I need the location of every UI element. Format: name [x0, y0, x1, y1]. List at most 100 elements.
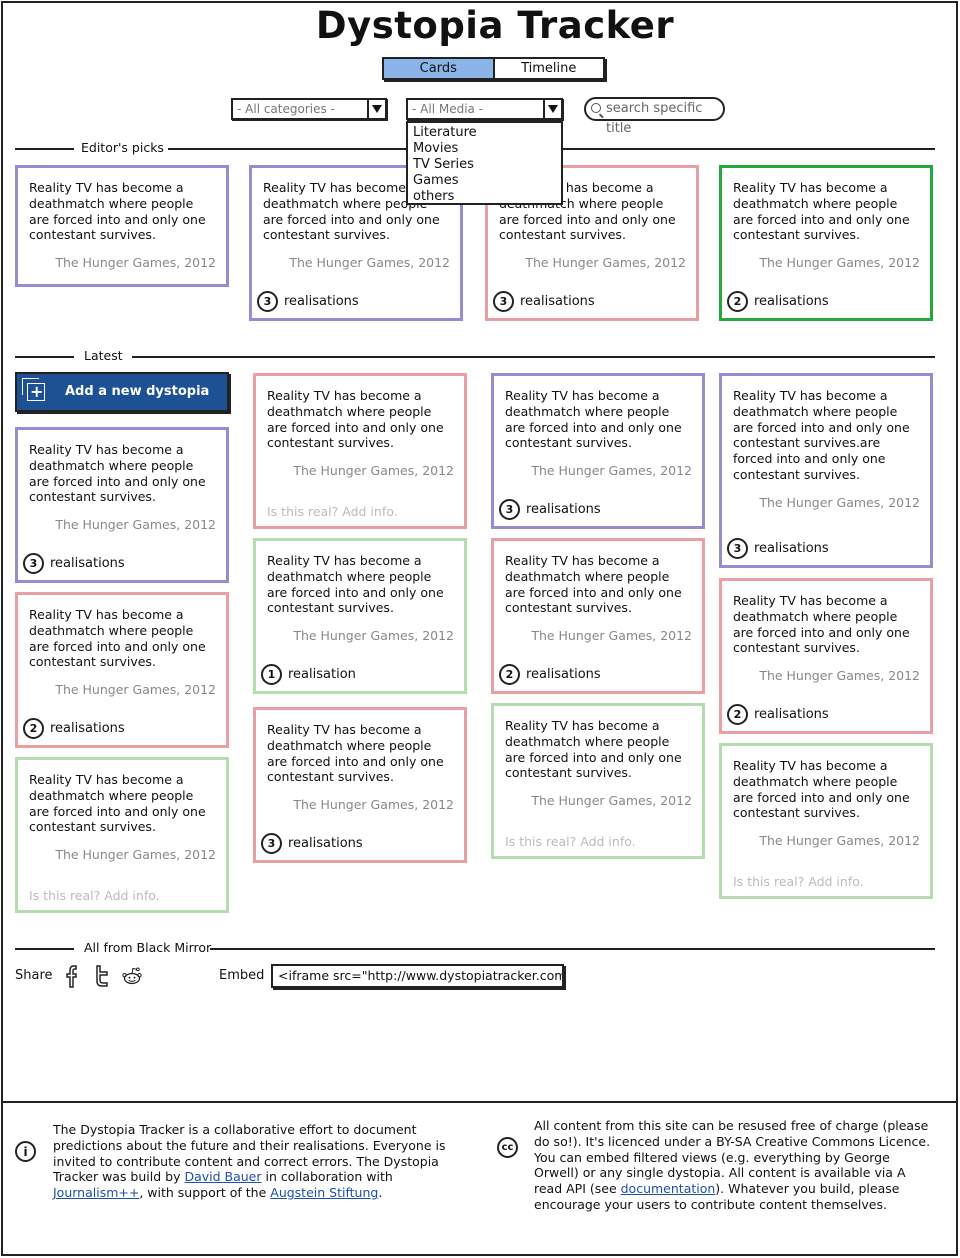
card-source: The Hunger Games, 2012	[759, 255, 920, 271]
chevron-down-icon[interactable]	[367, 100, 385, 118]
twitter-icon[interactable]	[92, 963, 112, 989]
add-info-link[interactable]: Is this real? Add info.	[267, 504, 398, 520]
realisations-count[interactable]: 3 realisations	[261, 833, 363, 854]
dystopia-card[interactable]: Reality TV has become a deathmatch where…	[719, 373, 933, 568]
footer-about-text: .	[378, 1185, 383, 1201]
media-select-value: - All Media -	[412, 102, 484, 116]
media-option-games[interactable]: Games	[413, 173, 561, 189]
realisations-count[interactable]: 2 realisations	[727, 704, 829, 725]
card-quote: Reality TV has become a deathmatch where…	[505, 388, 682, 451]
footer-license: All content from this site can be resuse…	[534, 1118, 934, 1213]
tab-cards[interactable]: Cards	[384, 59, 495, 78]
category-select[interactable]: - All categories -	[231, 98, 387, 120]
add-dystopia-button[interactable]: Add a new dystopia	[15, 372, 229, 412]
dystopia-card[interactable]: Reality TV has become a deathmatch where…	[253, 538, 467, 694]
count-badge: 2	[727, 291, 748, 312]
card-source: The Hunger Games, 2012	[293, 463, 454, 479]
dystopia-card[interactable]: Reality TV has become a deathmatch where…	[253, 373, 467, 529]
media-option-literature[interactable]: Literature	[413, 125, 561, 141]
realisations-count[interactable]: 2 realisations	[499, 664, 601, 685]
chevron-down-icon[interactable]	[543, 100, 561, 118]
realisations-count[interactable]: 3 realisations	[727, 538, 829, 559]
count-badge: 2	[23, 718, 44, 739]
dystopia-card[interactable]: Reality TV has become a deathmatch where…	[15, 165, 229, 287]
card-quote: Reality TV has become a deathmatch where…	[29, 180, 206, 243]
dystopia-card[interactable]: Reality TV has become a deathmatch where…	[253, 707, 467, 863]
card-quote: Reality TV has become a deathmatch where…	[505, 553, 682, 616]
card-quote: Reality TV has become a deathmatch where…	[267, 553, 444, 616]
media-option-tv-series[interactable]: TV Series	[413, 157, 561, 173]
share-label: Share	[15, 968, 53, 983]
sponsor-link[interactable]: Augstein Stiftung	[270, 1185, 378, 1200]
realisations-label: realisations	[526, 666, 601, 682]
card-source: The Hunger Games, 2012	[531, 793, 692, 809]
count-badge: 3	[257, 291, 278, 312]
view-tabs: Cards Timeline	[382, 57, 605, 80]
count-badge: 2	[499, 664, 520, 685]
dystopia-card[interactable]: Reality TV has become a deathmatch where…	[491, 538, 705, 694]
reddit-icon[interactable]	[122, 963, 142, 989]
card-quote: Reality TV has become a deathmatch where…	[505, 718, 682, 781]
divider	[132, 356, 935, 358]
divider	[15, 148, 74, 150]
realisations-count[interactable]: 1 realisation	[261, 664, 356, 685]
author-link[interactable]: David Bauer	[184, 1169, 261, 1184]
count-badge: 3	[499, 499, 520, 520]
dystopia-card[interactable]: Reality TV has become a deathmatch where…	[15, 427, 229, 583]
realisations-count[interactable]: 3 realisations	[257, 291, 359, 312]
media-option-movies[interactable]: Movies	[413, 141, 561, 157]
card-source: The Hunger Games, 2012	[531, 463, 692, 479]
realisations-label: realisations	[754, 540, 829, 556]
section-all-from: All from Black Mirror	[15, 940, 935, 956]
section-title: All from Black Mirror	[84, 940, 212, 955]
media-dropdown: Literature Movies TV Series Games others	[406, 121, 563, 205]
footer-divider	[3, 1101, 957, 1103]
dystopia-card[interactable]: Reality TV has become a deathmatch where…	[719, 165, 933, 321]
embed-code-field[interactable]: <iframe src="http://www.dystopiatracker.…	[271, 964, 564, 988]
dystopia-card[interactable]: Reality TV has become a deathmatch where…	[491, 703, 705, 859]
share-icons	[62, 963, 142, 989]
search-input[interactable]: search specific title	[584, 97, 725, 136]
realisations-count[interactable]: 2 realisations	[727, 291, 829, 312]
card-source: The Hunger Games, 2012	[55, 682, 216, 698]
dystopia-card[interactable]: Reality TV has become a deathmatch where…	[719, 578, 933, 734]
section-latest: Latest	[15, 348, 935, 364]
media-select[interactable]: - All Media -	[406, 98, 563, 120]
category-select-value: - All categories -	[237, 102, 335, 116]
card-quote: Reality TV has become a deathmatch where…	[267, 722, 444, 785]
dystopia-card[interactable]: Reality TV has become a deathmatch where…	[15, 757, 229, 913]
card-source: The Hunger Games, 2012	[759, 668, 920, 684]
facebook-icon[interactable]	[62, 963, 82, 989]
partner-link[interactable]: Journalism++	[53, 1185, 139, 1200]
count-badge: 3	[493, 291, 514, 312]
realisations-count[interactable]: 2 realisations	[23, 718, 125, 739]
section-title: Editor's picks	[81, 140, 164, 155]
media-option-others[interactable]: others	[413, 189, 561, 205]
card-source: The Hunger Games, 2012	[289, 255, 450, 271]
dystopia-card[interactable]: Reality TV has become a deathmatch where…	[491, 373, 705, 529]
add-info-link[interactable]: Is this real? Add info.	[505, 834, 636, 850]
card-quote: Reality TV has become a deathmatch where…	[733, 758, 910, 821]
realisations-label: realisations	[284, 293, 359, 309]
realisations-label: realisations	[754, 293, 829, 309]
realisations-label: realisations	[520, 293, 595, 309]
count-badge: 3	[23, 553, 44, 574]
realisations-count[interactable]: 3 realisations	[493, 291, 595, 312]
add-info-link[interactable]: Is this real? Add info.	[29, 888, 160, 904]
divider	[15, 948, 74, 950]
dystopia-card[interactable]: Reality TV has become a deathmatch where…	[15, 592, 229, 748]
documentation-link[interactable]: documentation	[621, 1181, 716, 1196]
dystopia-card[interactable]: Reality TV has become a deathmatch where…	[719, 743, 933, 899]
add-dystopia-label: Add a new dystopia	[65, 384, 210, 399]
creative-commons-icon: cc	[497, 1137, 518, 1158]
realisations-label: realisations	[526, 501, 601, 517]
card-quote: Reality TV has become a deathmatch where…	[267, 388, 444, 451]
add-info-link[interactable]: Is this real? Add info.	[733, 874, 864, 890]
count-badge: 3	[261, 833, 282, 854]
realisations-count[interactable]: 3 realisations	[23, 553, 125, 574]
card-source: The Hunger Games, 2012	[525, 255, 686, 271]
divider	[210, 948, 935, 950]
realisations-label: realisations	[754, 706, 829, 722]
realisations-count[interactable]: 3 realisations	[499, 499, 601, 520]
tab-timeline[interactable]: Timeline	[495, 59, 604, 78]
